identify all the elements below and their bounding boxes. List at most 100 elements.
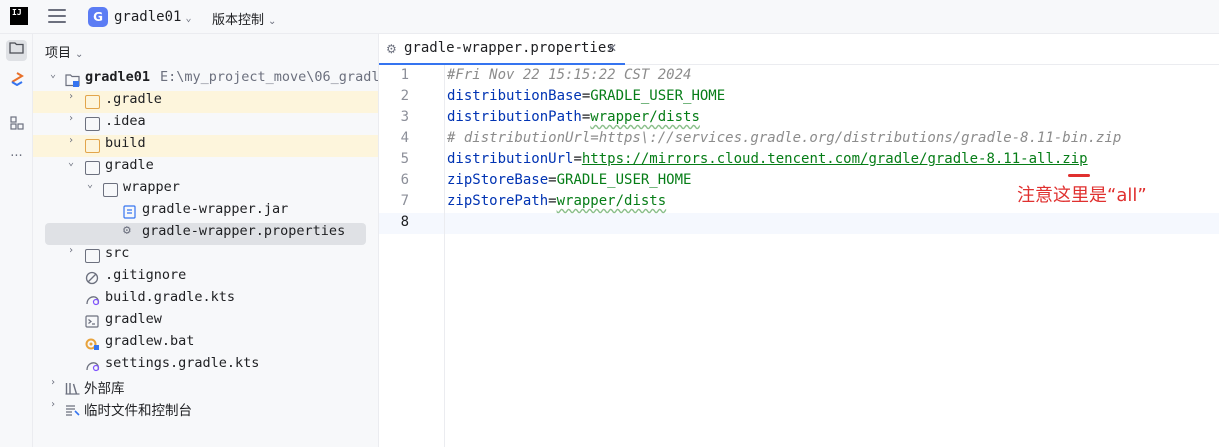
code-editor[interactable]: 1 2 3 4 5 6 7 8 #Fri Nov 22 15:15:22 CST… [379, 65, 1219, 447]
tree-item-label: gradle-wrapper.jar [142, 201, 289, 217]
tree-item-scratches[interactable]: › 临时文件和控制台 [33, 399, 378, 421]
excluded-folder-icon [85, 139, 100, 153]
chevron-right-icon[interactable]: › [65, 91, 77, 102]
code-line-3: distributionPath=wrapper/dists [447, 109, 700, 125]
settings-gear-icon: ⚙ [123, 223, 131, 238]
chevron-down-icon: ⌄ [268, 16, 277, 27]
tree-item-build-gradle-kts[interactable]: build.gradle.kts [33, 289, 378, 311]
jar-file-icon [123, 205, 138, 219]
tree-item-label: src [105, 245, 130, 261]
tree-item-label: build [105, 135, 146, 151]
tree-item-label: 临时文件和控制台 [84, 403, 192, 419]
gradle-file-icon [85, 359, 100, 373]
jetbrains-ai-icon[interactable] [6, 72, 27, 93]
close-icon[interactable]: ✕ [607, 41, 617, 55]
project-name: gradle01 [114, 9, 182, 25]
tree-item-dot-gradle[interactable]: › .gradle [33, 91, 378, 113]
tree-item-wrapper[interactable]: ⌄ wrapper [33, 179, 378, 201]
panel-title: 项目 [45, 46, 72, 61]
distribution-url-link[interactable]: https://mirrors.cloud.tencent.com/gradle… [582, 151, 1088, 167]
tree-root[interactable]: ⌄ gradle01 E:\my_project_move\06_gradle [33, 69, 379, 91]
tree-item-label: gradlew.bat [105, 333, 195, 349]
property-key: zipStorePath [447, 193, 549, 209]
chevron-right-icon[interactable]: › [65, 113, 77, 124]
equals-sign: = [548, 193, 557, 209]
project-badge[interactable]: G [88, 7, 108, 27]
code-line-7: zipStorePath=wrapper/dists [447, 193, 666, 209]
property-value: wrapper/dists [590, 109, 700, 125]
caret-line-highlight [379, 213, 1219, 234]
code-line-1: #Fri Nov 22 15:15:22 CST 2024 [447, 67, 691, 83]
tree-item-build[interactable]: › build [33, 135, 378, 157]
folder-icon[interactable] [6, 40, 27, 61]
chevron-right-icon[interactable]: › [65, 245, 77, 256]
chevron-down-icon: ⌄ [75, 49, 84, 60]
tree-item-label: 外部库 [84, 381, 125, 397]
tool-window-stripe: ··· [0, 34, 33, 447]
line-number-gutter[interactable]: 1 2 3 4 5 6 7 8 [379, 65, 445, 447]
property-value: GRADLE_USER_HOME [556, 172, 692, 188]
code-line-4: # distributionUrl=https\://services.grad… [447, 130, 1121, 146]
project-root-path: E:\my_project_move\06_gradle [160, 69, 379, 85]
tree-item-label: settings.gradle.kts [105, 355, 260, 371]
line-number: 5 [400, 151, 409, 167]
main-menu-icon[interactable] [48, 9, 66, 25]
project-switcher[interactable]: gradle01 ⌄ [114, 9, 191, 25]
line-number: 7 [400, 193, 409, 209]
structure-icon[interactable] [6, 116, 27, 137]
intellij-logo-icon[interactable]: IJ [10, 7, 28, 25]
code-line-2: distributionBase=GRADLE_USER_HOME [447, 88, 725, 104]
settings-gear-icon: ⚙ [386, 42, 397, 56]
tree-item-gitignore[interactable]: .gitignore [33, 267, 378, 289]
tree-item-label: gradle-wrapper.properties [142, 223, 346, 239]
vcs-menu[interactable]: 版本控制 ⌄ [212, 9, 276, 28]
title-bar: IJ G gradle01 ⌄ 版本控制 ⌄ [0, 0, 1219, 34]
line-number: 6 [400, 172, 409, 188]
tree-item-gradlew[interactable]: gradlew [33, 311, 378, 333]
property-key: distributionUrl [447, 151, 574, 167]
tree-item-label: wrapper [123, 179, 180, 195]
tree-item-src[interactable]: › src [33, 245, 378, 267]
property-key: distributionBase [447, 88, 582, 104]
tree-item-gradle-wrapper-properties[interactable]: ⚙ gradle-wrapper.properties [45, 223, 366, 245]
tree-item-gradlew-bat[interactable]: gradlew.bat [33, 333, 378, 355]
library-icon [65, 381, 80, 395]
chevron-down-icon[interactable]: ⌄ [84, 179, 96, 190]
gradle-file-icon [85, 293, 100, 307]
excluded-folder-icon [85, 95, 100, 109]
tab-label: gradle-wrapper.properties [404, 40, 615, 56]
editor-tab[interactable]: ⚙ gradle-wrapper.properties ✕ [379, 34, 625, 66]
chevron-down-icon[interactable]: ⌄ [65, 157, 77, 168]
code-line-6: zipStoreBase=GRADLE_USER_HOME [447, 172, 691, 188]
property-key: distributionPath [447, 109, 582, 125]
code-line-5: distributionUrl=https://mirrors.cloud.te… [447, 151, 1088, 167]
line-number: 2 [400, 88, 409, 104]
terminal-file-icon [85, 315, 100, 329]
chevron-down-icon[interactable]: ⌄ [47, 69, 59, 80]
chevron-right-icon[interactable]: › [47, 377, 59, 388]
tree-item-gradle-wrapper-jar[interactable]: gradle-wrapper.jar [33, 201, 378, 223]
line-number-current: 8 [400, 214, 409, 230]
line-number: 3 [400, 109, 409, 125]
chevron-down-icon: ⌄ [185, 13, 192, 24]
tree-item-external-libraries[interactable]: › 外部库 [33, 377, 378, 399]
editor-tab-bar: ⚙ gradle-wrapper.properties ✕ [379, 34, 1219, 66]
property-value: GRADLE_USER_HOME [590, 88, 726, 104]
tree-item-settings-gradle-kts[interactable]: settings.gradle.kts [33, 355, 378, 377]
project-root-name: gradle01 [85, 69, 151, 85]
tree-item-gradle[interactable]: ⌄ gradle [33, 157, 378, 179]
vcs-label: 版本控制 [212, 13, 265, 28]
tree-item-idea[interactable]: › .idea [33, 113, 378, 135]
property-key: zipStoreBase [447, 172, 549, 188]
chevron-right-icon[interactable]: › [65, 135, 77, 146]
folder-icon [85, 161, 100, 175]
tree-item-label: gradle [105, 157, 154, 173]
comment-text: #Fri Nov 22 15:15:22 CST 2024 [447, 67, 692, 83]
tree-item-label: .idea [105, 113, 146, 129]
annotation-note: 注意这里是“all” [1017, 185, 1147, 206]
more-icon[interactable]: ··· [6, 146, 27, 167]
project-view-selector[interactable]: 项目 ⌄ [45, 42, 83, 61]
batch-file-icon [85, 337, 100, 351]
scratches-icon [65, 403, 80, 417]
chevron-right-icon[interactable]: › [47, 399, 59, 410]
